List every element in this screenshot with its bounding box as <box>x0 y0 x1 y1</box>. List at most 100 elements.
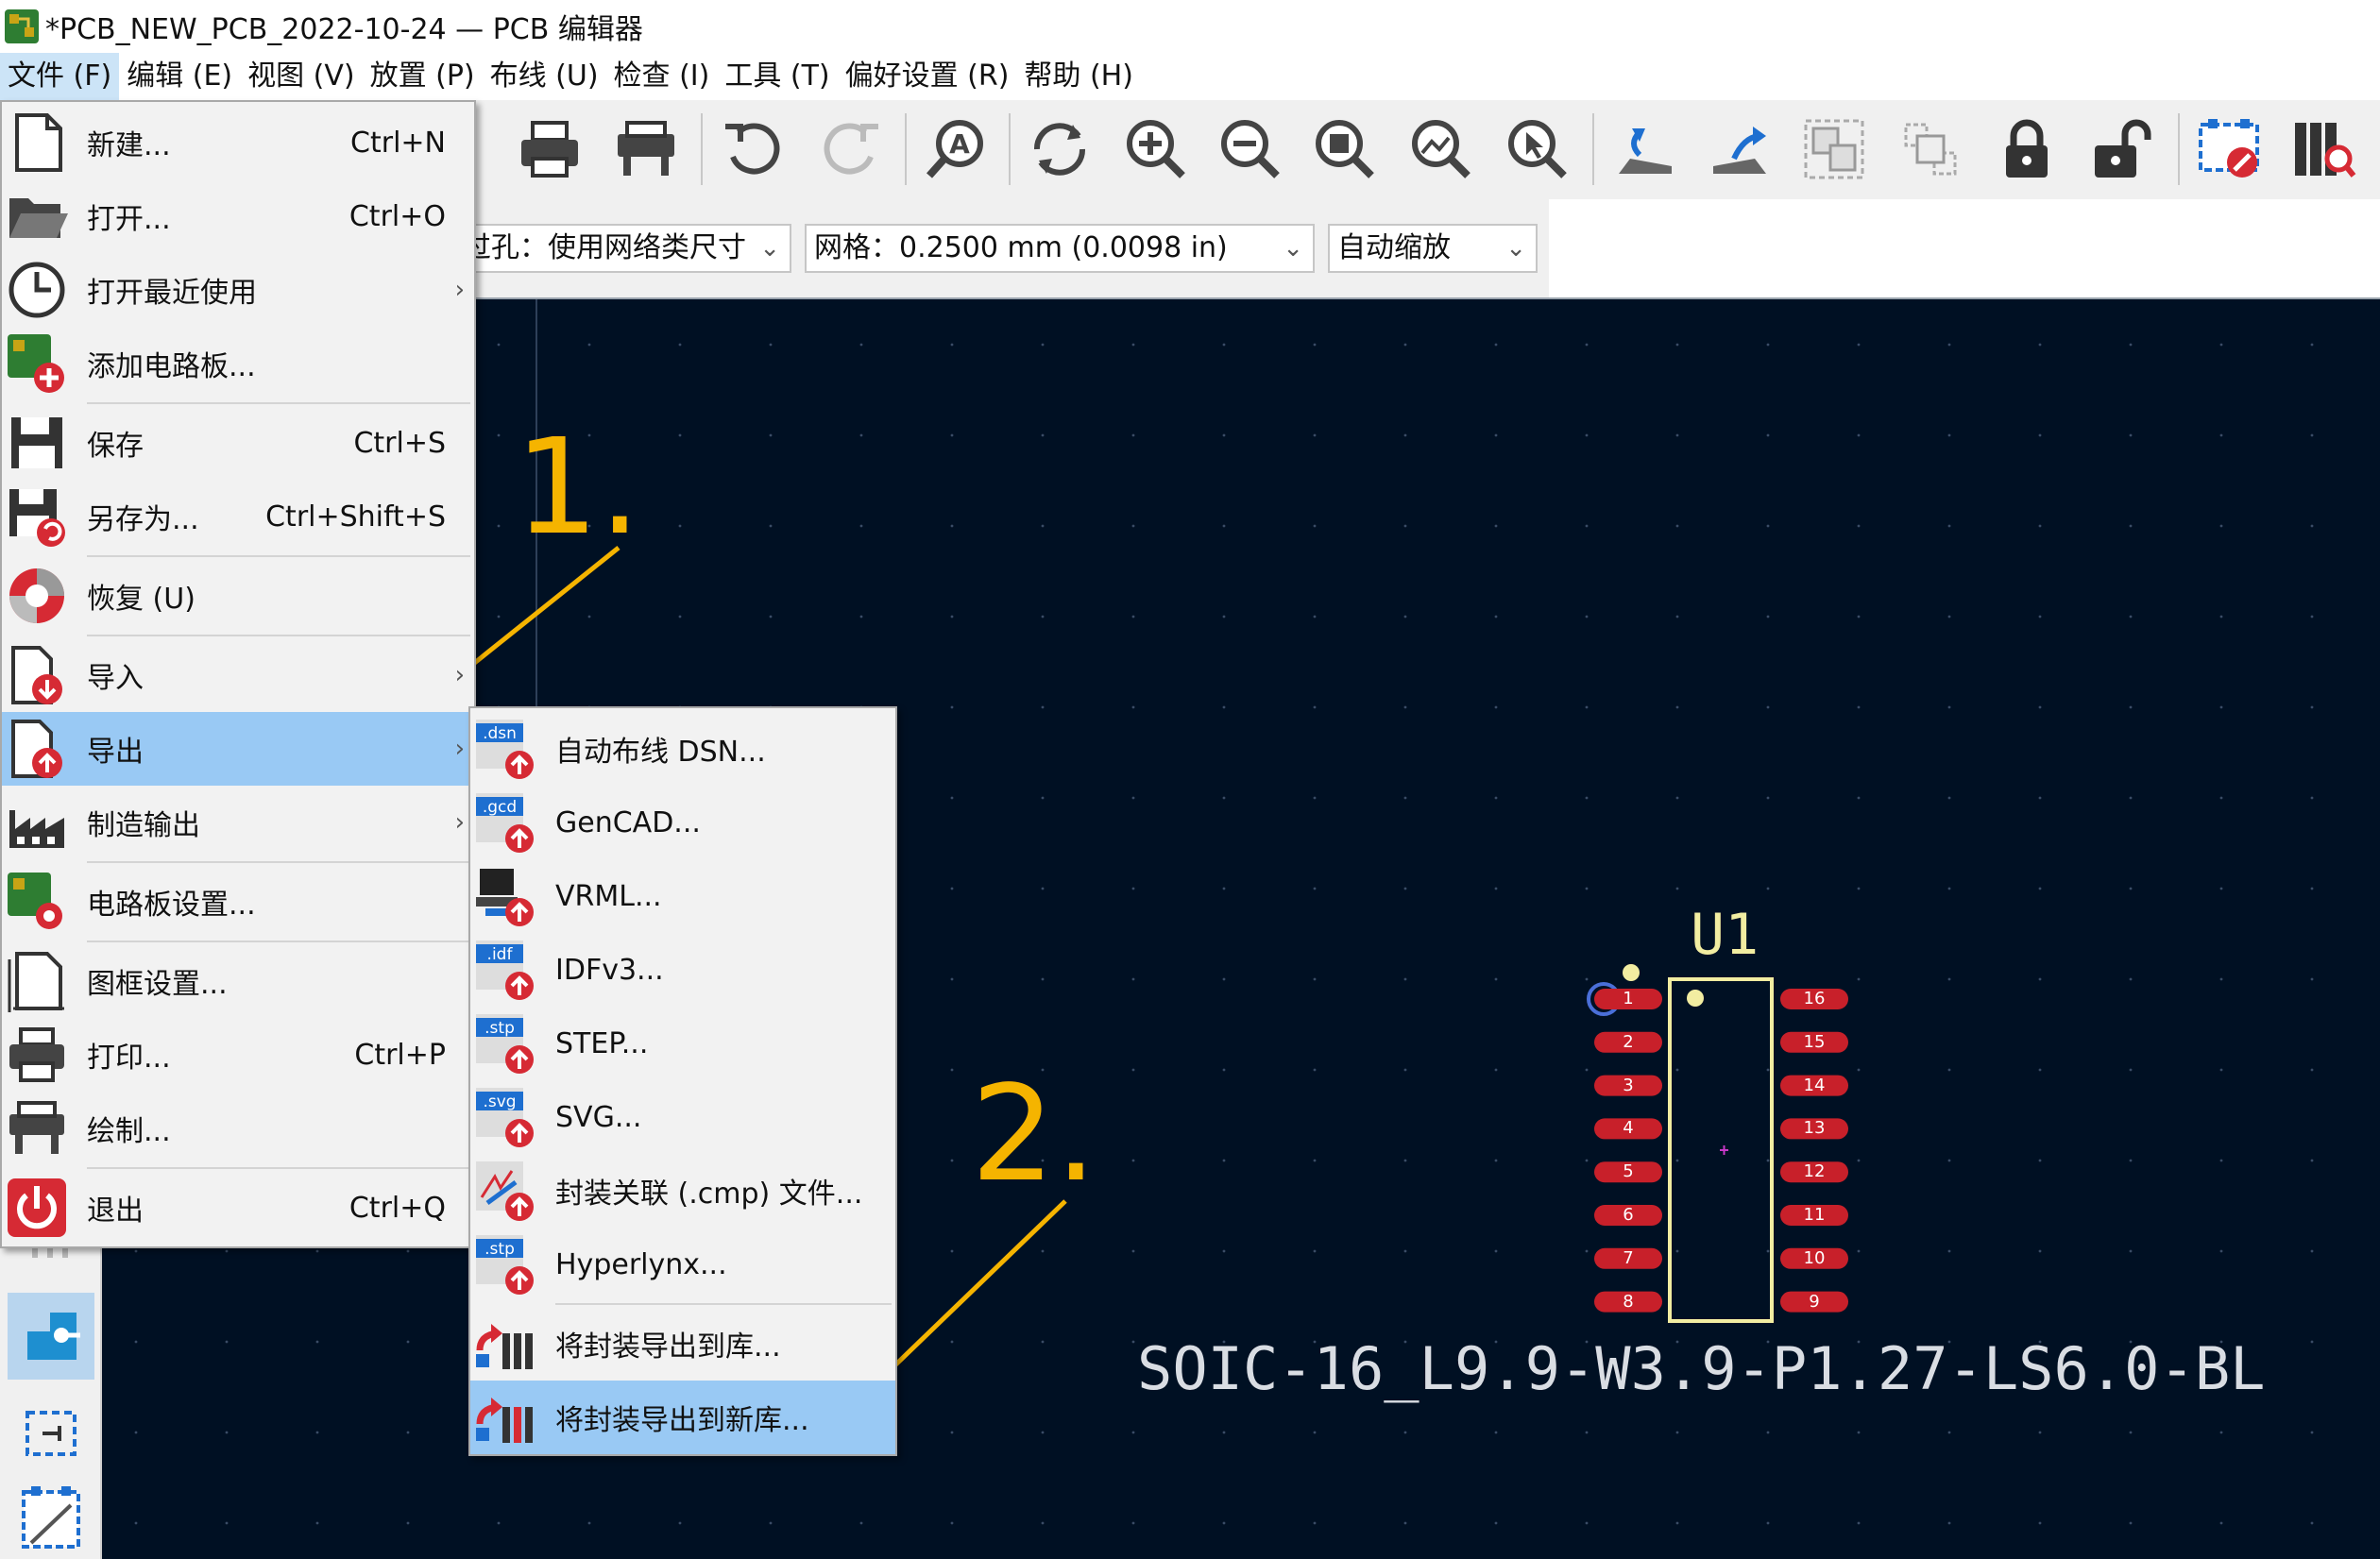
menu-view[interactable]: 视图 (V) <box>240 53 362 100</box>
library-inspect-icon <box>2295 123 2356 178</box>
pad-number: 1 <box>1623 989 1634 1008</box>
zoom-objects-button[interactable] <box>1400 110 1479 189</box>
zoom-out-button[interactable] <box>1209 110 1288 189</box>
menu-help[interactable]: 帮助 (H) <box>1016 53 1141 100</box>
title-bar: *PCB_NEW_PCB_2022-10-24 — PCB 编辑器 <box>0 0 2380 53</box>
menu-route[interactable]: 布线 (U) <box>483 53 606 100</box>
grid-select[interactable]: 网格：0.2500 mm (0.0098 in) ⌄ <box>805 224 1315 273</box>
drc-button[interactable] <box>2189 110 2269 189</box>
menu-item-import[interactable]: 导入 › <box>2 638 474 712</box>
group-icon <box>1804 119 1864 179</box>
select-area-icon <box>26 1411 76 1456</box>
lock-button[interactable] <box>1987 110 2066 189</box>
net-inspector-button[interactable] <box>2284 110 2363 189</box>
zoom-fit-button[interactable] <box>1303 110 1383 189</box>
menu-item-page-settings[interactable]: 图框设置... <box>2 944 474 1018</box>
refresh-button[interactable] <box>1020 110 1099 189</box>
power-icon <box>8 1178 66 1237</box>
menu-item-export-footprints-new-lib[interactable]: 将封装导出到新库... <box>470 1381 895 1454</box>
group-button[interactable] <box>1794 110 1874 189</box>
zoom-in-icon <box>1127 120 1185 178</box>
select-area-tool[interactable] <box>8 1387 94 1474</box>
zoom-selection-button[interactable] <box>1496 110 1575 189</box>
svg-text:.stp: .stp <box>484 1240 515 1259</box>
menu-item-open[interactable]: 打开... Ctrl+O <box>2 179 474 253</box>
menu-item-export[interactable]: 导出 › <box>2 712 474 786</box>
unlock-icon <box>2095 119 2151 178</box>
find-text-icon: A <box>926 120 983 178</box>
zoom-select[interactable]: 自动缩放 ⌄ <box>1328 224 1538 273</box>
menu-item-append-board[interactable]: 添加电路板... <box>2 327 474 400</box>
pcbnew-app-icon <box>5 9 39 43</box>
chevron-right-icon: › <box>454 276 465 304</box>
menu-item-board-setup[interactable]: 电路板设置... <box>2 865 474 939</box>
rotate-ccw-button[interactable] <box>1606 110 1685 189</box>
refresh-icon <box>1033 123 1086 176</box>
menu-item-export-step[interactable]: .stp STEP... <box>470 1007 895 1080</box>
svg-text:.svg: .svg <box>483 1093 516 1111</box>
menu-item-export-svg[interactable]: .svg SVG... <box>470 1080 895 1154</box>
pad-number: 11 <box>1803 1205 1826 1225</box>
menu-item-save[interactable]: 保存 Ctrl+S <box>2 406 474 480</box>
route-tool[interactable] <box>8 1482 94 1557</box>
menu-item-export-vrml[interactable]: VRML... <box>470 859 895 933</box>
svg-text:A: A <box>949 128 970 160</box>
place-footprint-tool[interactable] <box>8 1293 94 1380</box>
redo-button[interactable] <box>810 110 890 189</box>
menu-tools[interactable]: 工具 (T) <box>717 53 837 100</box>
add-board-icon <box>8 334 64 393</box>
menu-item-print[interactable]: 打印... Ctrl+P <box>2 1018 474 1092</box>
page-settings-icon <box>8 952 64 1012</box>
menu-item-export-hyperlynx[interactable]: .stp Hyperlynx... <box>470 1228 895 1301</box>
menu-item-export-cmp[interactable]: 封装关联 (.cmp) 文件... <box>470 1154 895 1228</box>
grid-value: 网格：0.2500 mm (0.0098 in) <box>814 231 1228 264</box>
chevron-right-icon: › <box>454 661 465 689</box>
menu-preferences[interactable]: 偏好设置 (R) <box>838 53 1017 100</box>
pad-number: 15 <box>1803 1031 1826 1052</box>
new-file-icon <box>15 113 62 172</box>
menu-item-save-as[interactable]: 另存为... Ctrl+Shift+S <box>2 480 474 553</box>
menu-item-revert[interactable]: 恢复 (U) <box>2 559 474 633</box>
print-button[interactable] <box>510 110 589 189</box>
printer-icon <box>9 1027 64 1082</box>
hyperlynx-file-icon: .stp <box>476 1235 534 1295</box>
footprint-reference: U1 <box>1691 902 1760 968</box>
zoom-in-button[interactable] <box>1114 110 1194 189</box>
route-tool-icon <box>22 1486 80 1549</box>
menu-item-export-idf[interactable]: .idf IDFv3... <box>470 933 895 1007</box>
svg-text:.gcd: .gcd <box>483 798 517 817</box>
pad-number: 3 <box>1623 1075 1634 1095</box>
menu-item-fabrication-outputs[interactable]: 制造输出 › <box>2 786 474 859</box>
step-1-label: 1. <box>515 411 641 565</box>
menu-inspect[interactable]: 检查 (I) <box>606 53 718 100</box>
plotter-icon <box>618 121 674 176</box>
via-size-value: 过孔：使用网络类尺寸 <box>463 231 746 264</box>
ungroup-button[interactable] <box>1891 110 1970 189</box>
export-submenu: .dsn 自动布线 DSN... .gcd GenCAD... VRML... … <box>468 706 897 1456</box>
chevron-down-icon: ⌄ <box>1505 234 1526 263</box>
undo-button[interactable] <box>714 110 793 189</box>
pad-number: 9 <box>1809 1291 1820 1312</box>
plot-button[interactable] <box>606 110 686 189</box>
menu-edit[interactable]: 编辑 (E) <box>119 53 240 100</box>
chevron-down-icon: ⌄ <box>759 234 780 263</box>
via-size-select[interactable]: 过孔：使用网络类尺寸 ⌄ <box>453 224 791 273</box>
menu-item-export-dsn[interactable]: .dsn 自动布线 DSN... <box>470 712 895 786</box>
menu-item-plot[interactable]: 绘制... <box>2 1092 474 1165</box>
menu-place[interactable]: 放置 (P) <box>363 53 483 100</box>
zoom-fit-icon <box>1316 120 1374 178</box>
zoom-objects-icon <box>1412 120 1470 178</box>
menu-file[interactable]: 文件 (F) <box>0 53 120 100</box>
find-button[interactable]: A <box>916 110 995 189</box>
dsn-file-icon: .dsn <box>476 720 534 779</box>
svg-text:.dsn: .dsn <box>483 724 517 743</box>
menu-item-export-gencad[interactable]: .gcd GenCAD... <box>470 786 895 859</box>
unlock-button[interactable] <box>2082 110 2161 189</box>
undo-icon <box>725 123 780 175</box>
menu-item-new[interactable]: 新建... Ctrl+N <box>2 106 474 179</box>
menu-item-export-footprints-lib[interactable]: 将封装导出到库... <box>470 1307 895 1381</box>
menu-item-exit[interactable]: 退出 Ctrl+Q <box>2 1171 474 1245</box>
rotate-cw-button[interactable] <box>1700 110 1779 189</box>
menu-item-open-recent[interactable]: 打开最近使用 › <box>2 253 474 327</box>
clock-icon <box>8 262 65 318</box>
